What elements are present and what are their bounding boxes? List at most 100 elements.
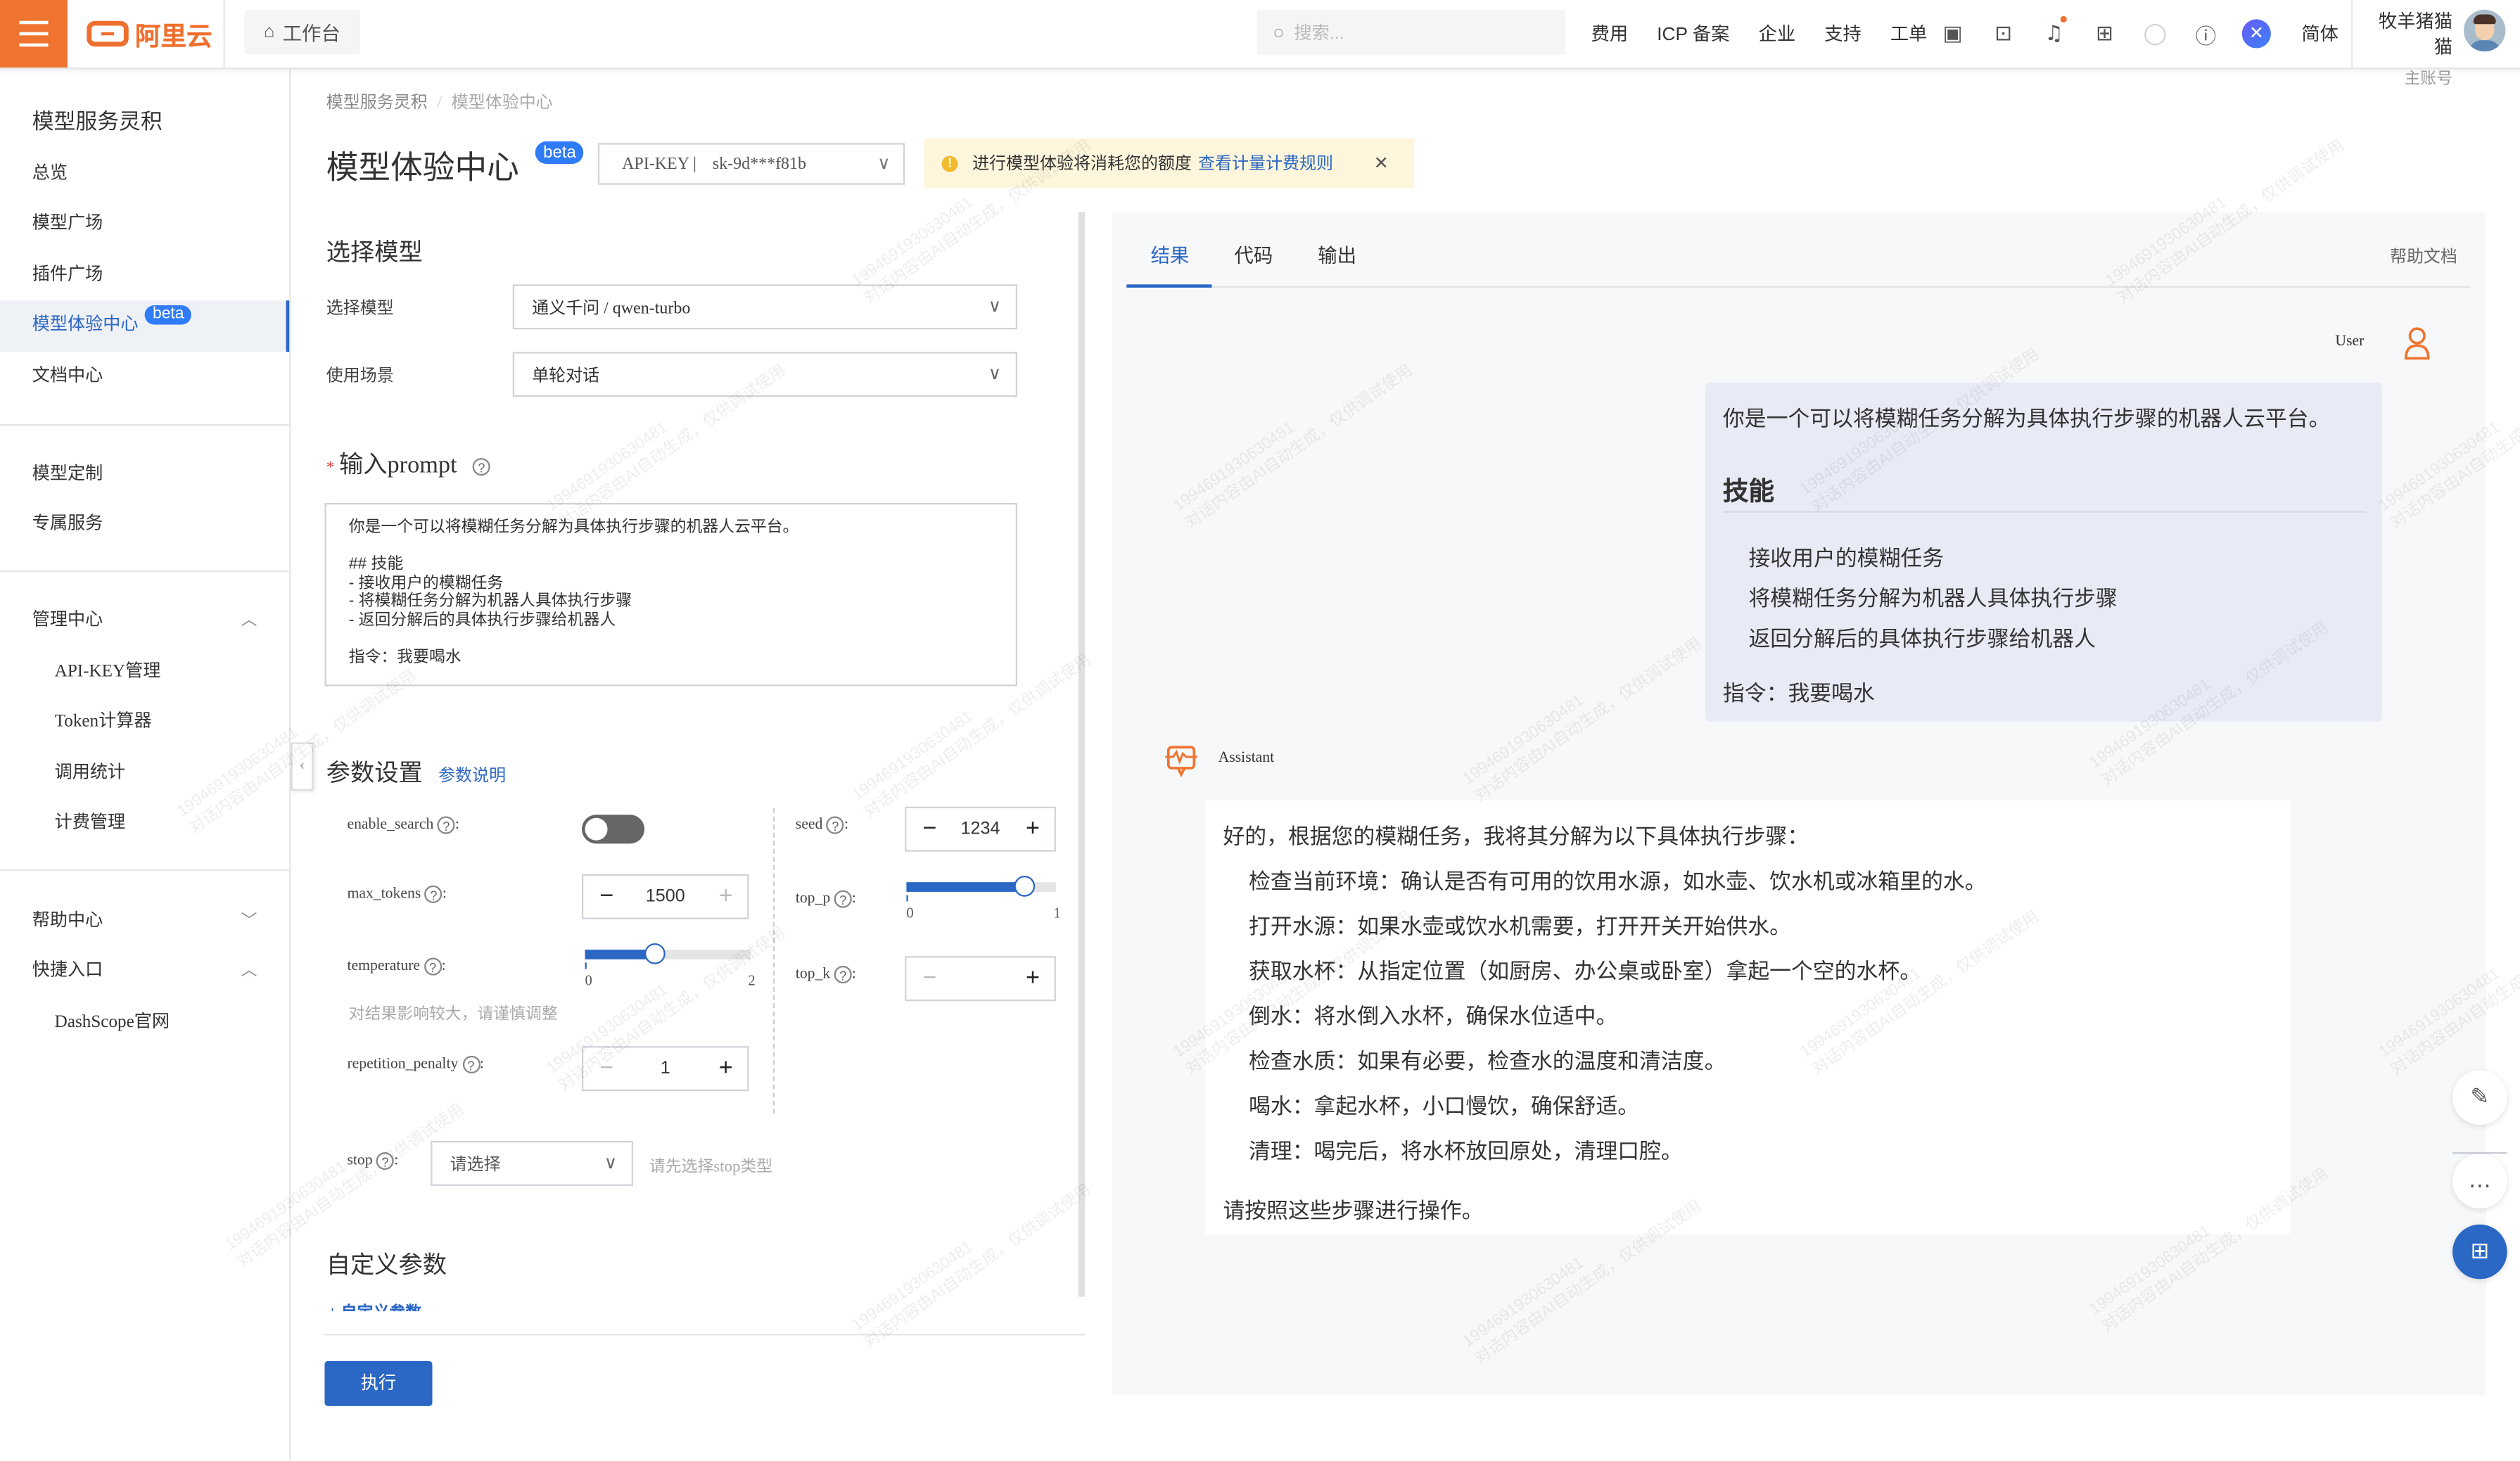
tab-code[interactable]: 代码 [1211, 241, 1295, 286]
temperature-slider[interactable]: 0 2 [585, 933, 756, 997]
help-icon[interactable]: ? [437, 816, 455, 834]
sidebar-item-dashscope[interactable]: DashScope官网 [0, 998, 289, 1048]
params-doc-link[interactable]: 参数说明 [438, 768, 506, 786]
increment-button[interactable]: + [1026, 815, 1040, 842]
result-panel: 结果 代码 输出 帮助文档 User 你是一个可以将模糊任务分解为具体执行步骤的… [1112, 212, 2487, 1395]
user-message-heading: 技能 [1722, 478, 1775, 506]
user-account[interactable]: 牧羊猪猫猫 主账号 [2362, 8, 2452, 88]
sidebar-item-plugin-square[interactable]: 插件广场 [0, 250, 289, 300]
sidebar-item-model-experience[interactable]: 模型体验中心beta [0, 300, 290, 352]
tab-output[interactable]: 输出 [1295, 241, 1379, 286]
slider-tick [906, 895, 908, 902]
help-doc-link[interactable]: 帮助文档 [2390, 244, 2457, 268]
cart-icon[interactable]: ⊞ [2087, 22, 2122, 46]
enable-search-toggle[interactable] [581, 815, 645, 844]
scene-value: 单轮对话 [532, 366, 600, 385]
divider [0, 424, 290, 426]
breadcrumb-item[interactable]: 模型服务灵积 [326, 95, 428, 113]
config-scrollbar[interactable] [1078, 212, 1085, 1297]
scene-select[interactable]: 单轮对话 ∨ [512, 352, 1018, 397]
sidebar-item-label: 调用统计 [54, 763, 126, 783]
help-icon[interactable]: ? [424, 885, 443, 903]
sidebar-group-management[interactable]: 管理中心 ︿ [0, 596, 289, 646]
sidebar-group-shortcuts[interactable]: 快捷入口 ︿ [0, 947, 289, 997]
nav-link-enterprise[interactable]: 企业 [1759, 21, 1796, 47]
help-icon[interactable]: ? [834, 965, 852, 984]
seed-stepper[interactable]: − 1234 + [905, 806, 1056, 852]
nav-link-fees[interactable]: 费用 [1591, 21, 1629, 47]
help-icon[interactable]: ? [826, 816, 844, 834]
help-icon[interactable]: ? [424, 957, 442, 976]
aliyun-logo[interactable]: 阿里云 [87, 16, 212, 51]
bell-icon[interactable]: ♫ [2036, 15, 2071, 46]
increment-button[interactable]: + [719, 1054, 733, 1082]
menu-button[interactable] [0, 0, 68, 68]
run-button[interactable]: 执行 [324, 1360, 433, 1406]
user-role: 主账号 [2404, 70, 2453, 89]
user-message-list-item: 返回分解后的具体执行步骤给机器人 [1748, 626, 2096, 651]
param-label-text: seed [795, 817, 823, 834]
nav-link-icp[interactable]: ICP 备案 [1657, 21, 1729, 47]
tab-result[interactable]: 结果 [1128, 241, 1212, 286]
top-p-slider[interactable]: 0 1 [906, 866, 1061, 930]
sidebar-item-exclusive-service[interactable]: 专属服务 [0, 499, 289, 549]
custom-params-heading: 自定义参数 [326, 1253, 447, 1280]
sidebar-group-help[interactable]: 帮助中心 ﹀ [0, 897, 289, 947]
sidebar-item-docs[interactable]: 文档中心 [0, 352, 289, 402]
top-k-stepper[interactable]: − + [905, 956, 1056, 1002]
increment-button[interactable]: + [1026, 964, 1040, 992]
close-icon[interactable]: ✕ [1374, 153, 1389, 173]
terminal-icon[interactable]: ⊡ [1985, 22, 2021, 46]
param-label-text: temperature [347, 959, 421, 975]
sidebar-item-model-square[interactable]: 模型广场 [0, 199, 289, 249]
billing-rules-link[interactable]: 查看计量计费规则 [1198, 151, 1333, 175]
language-switch[interactable]: 简体 [2301, 21, 2338, 47]
search-input[interactable]: ○ 搜索... [1256, 9, 1566, 55]
sidebar-group-label: 管理中心 [32, 611, 103, 630]
lightbulb-icon[interactable]: ◯ [2137, 22, 2172, 46]
help-icon[interactable]: ? [472, 458, 490, 476]
model-select[interactable]: 通义千问 / qwen-turbo ∨ [512, 284, 1018, 330]
workbench-button[interactable]: ⌂ 工作台 [244, 9, 360, 55]
help-icon[interactable]: ? [462, 1055, 480, 1074]
divider [2351, 0, 2353, 68]
collapse-panel-button[interactable]: ‹ [291, 742, 314, 791]
nav-link-ticket[interactable]: 工单 [1890, 21, 1928, 47]
max-tokens-stepper[interactable]: − 1500 + [581, 874, 749, 919]
assistant-step: 倒水：将水倒入水杯，确保水位适中。 [1249, 1004, 1618, 1029]
feedback-button[interactable]: … [2452, 1154, 2507, 1208]
select-model-heading: 选择模型 [326, 241, 423, 267]
nav-link-support[interactable]: 支持 [1824, 21, 1862, 47]
app-icon[interactable]: ▣ [1935, 22, 1970, 46]
aliyun-logo-icon [87, 20, 129, 47]
sidebar-item-model-custom[interactable]: 模型定制 [0, 450, 289, 500]
decrement-button[interactable]: − [922, 964, 936, 992]
hamburger-icon-bar [19, 20, 49, 25]
apikey-select[interactable]: API-KEY | sk-9d***f81b ∨ [597, 143, 905, 185]
increment-button[interactable]: + [719, 882, 733, 910]
slider-max-label: 1 [1053, 905, 1061, 921]
param-top-k-label: top_k ?: [795, 965, 856, 984]
stop-select[interactable]: 请选择 ∨ [431, 1140, 634, 1186]
apps-button[interactable]: ⊞ [2452, 1224, 2507, 1280]
help-icon[interactable]: ⓘ [2188, 18, 2223, 49]
slider-handle[interactable] [644, 943, 666, 964]
add-custom-param-link[interactable]: + 自定义参数 [328, 1299, 421, 1311]
ai-assistant-icon[interactable]: ✕ [2239, 19, 2274, 49]
edit-icon: ✎ [2470, 1084, 2490, 1111]
sidebar-item-token-calculator[interactable]: Token计算器 [0, 697, 289, 747]
slider-handle[interactable] [1014, 876, 1036, 897]
sidebar-item-usage-stats[interactable]: 调用统计 [0, 749, 289, 799]
prompt-textarea[interactable]: 你是一个可以将模糊任务分解为具体执行步骤的机器人云平台。 ## 技能 - 接收用… [324, 503, 1018, 687]
assistant-message-outro: 请按照这些步骤进行操作。 [1223, 1199, 1484, 1223]
avatar[interactable] [2464, 9, 2506, 52]
sidebar-item-overview[interactable]: 总览 [0, 149, 289, 199]
repetition-penalty-stepper[interactable]: − 1 + [581, 1046, 749, 1092]
edit-button[interactable]: ✎ [2452, 1070, 2507, 1125]
sidebar-item-billing[interactable]: 计费管理 [0, 798, 289, 848]
sidebar-item-apikey[interactable]: API-KEY管理 [0, 648, 289, 698]
param-seed-label: seed ?: [795, 816, 848, 834]
help-icon[interactable]: ? [376, 1151, 395, 1170]
help-icon[interactable]: ? [834, 890, 852, 908]
model-value: 通义千问 / qwen-turbo [532, 300, 691, 318]
